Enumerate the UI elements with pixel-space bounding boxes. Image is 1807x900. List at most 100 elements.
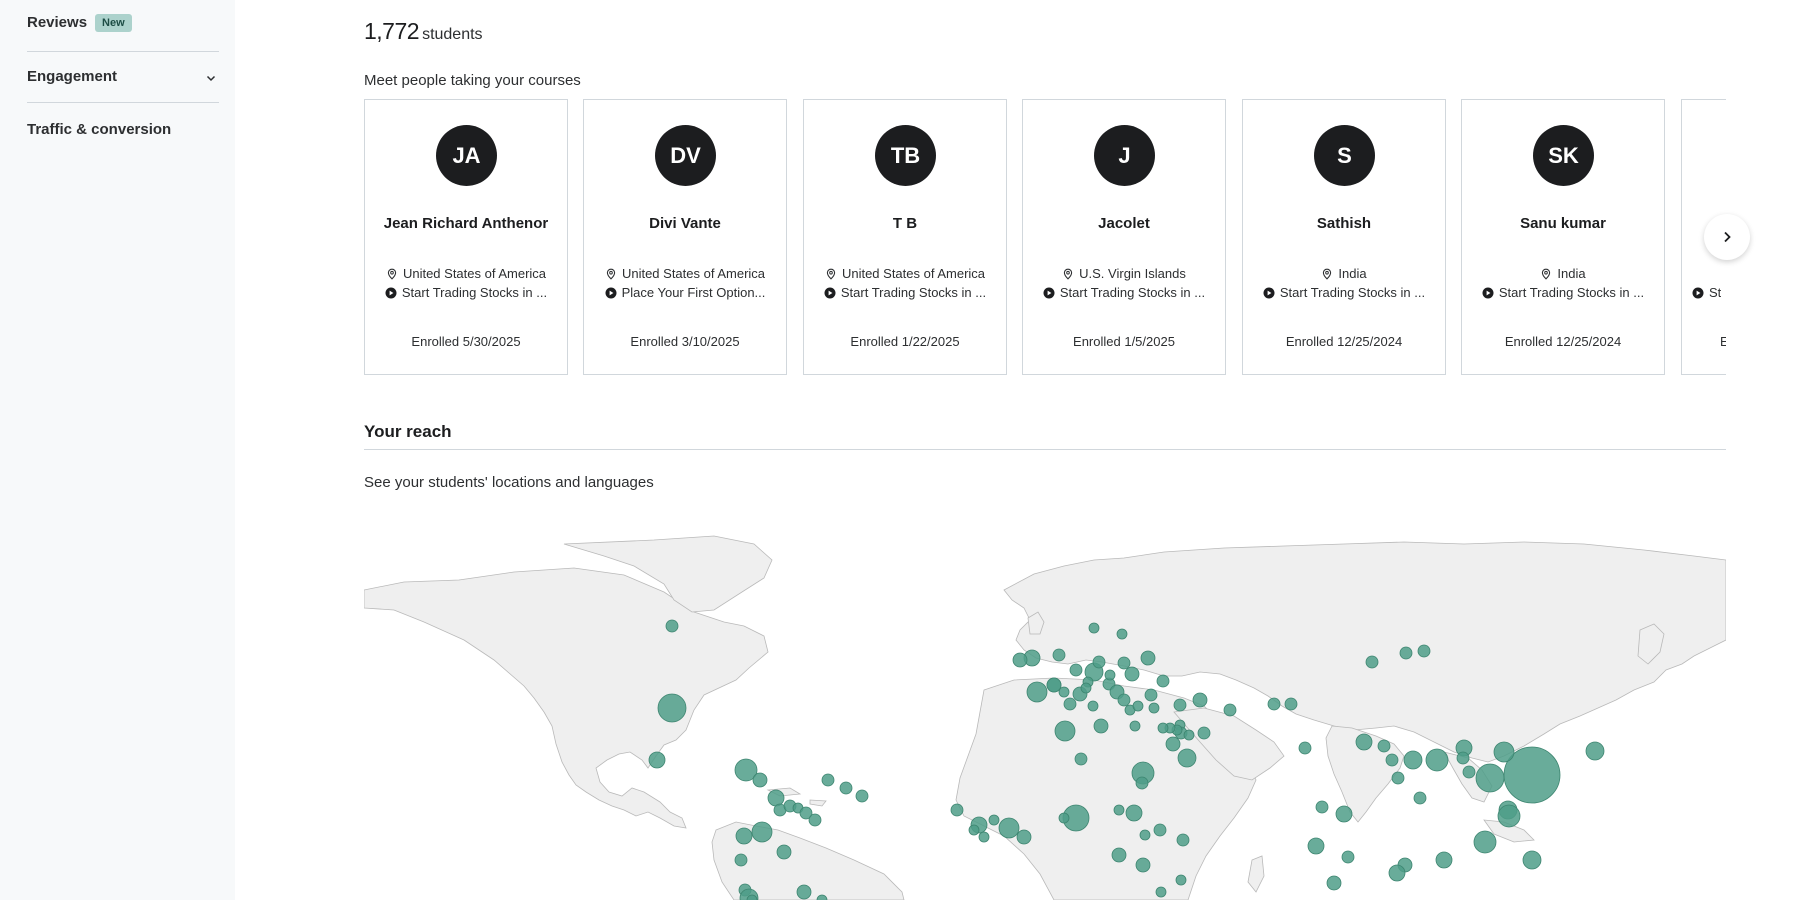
- location-bubble[interactable]: [1139, 829, 1151, 841]
- location-bubble[interactable]: [1341, 850, 1355, 864]
- location-bubble[interactable]: [1058, 812, 1070, 824]
- location-bubble[interactable]: [1385, 753, 1399, 767]
- location-bubble[interactable]: [1175, 874, 1187, 886]
- location-bubble[interactable]: [657, 693, 687, 723]
- location-bubble[interactable]: [1413, 791, 1427, 805]
- student-card[interactable]: TB T B United States of America Start Tradi…: [803, 99, 1007, 375]
- location-bubble[interactable]: [1016, 829, 1032, 845]
- location-bubble[interactable]: [1144, 688, 1158, 702]
- location-bubble[interactable]: [665, 619, 679, 633]
- location-bubble[interactable]: [1284, 697, 1298, 711]
- location-bubble[interactable]: [950, 803, 964, 817]
- location-bubble[interactable]: [1473, 830, 1497, 854]
- location-bubble[interactable]: [1087, 700, 1099, 712]
- location-bubble[interactable]: [1456, 751, 1470, 765]
- location-bubble[interactable]: [1298, 741, 1312, 755]
- location-bubble[interactable]: [1493, 741, 1515, 763]
- location-bubble[interactable]: [1267, 697, 1281, 711]
- location-bubble[interactable]: [978, 831, 990, 843]
- student-card[interactable]: DV Divi Vante United States of America Plac…: [583, 99, 787, 375]
- location-bubble[interactable]: [1197, 726, 1211, 740]
- sidebar-item-reviews[interactable]: Reviews New: [27, 14, 219, 32]
- location-bubble[interactable]: [1355, 733, 1373, 751]
- location-bubble[interactable]: [1435, 851, 1453, 869]
- location-bubble[interactable]: [1113, 804, 1125, 816]
- location-bubble[interactable]: [1326, 875, 1342, 891]
- location-bubble[interactable]: [808, 813, 822, 827]
- carousel-next-button[interactable]: [1704, 214, 1750, 260]
- location-bubble[interactable]: [1377, 739, 1391, 753]
- location-bubble[interactable]: [751, 821, 773, 843]
- location-bubble[interactable]: [767, 789, 785, 807]
- location-bubble[interactable]: [1012, 652, 1028, 668]
- location-bubble[interactable]: [1080, 682, 1092, 694]
- location-bubble[interactable]: [1388, 864, 1406, 882]
- sidebar-item-traffic[interactable]: Traffic & conversion: [27, 121, 219, 138]
- student-card[interactable]: SK Sanu kumar India Start Trading Stocks in…: [1461, 99, 1665, 375]
- location-bubble[interactable]: [1157, 722, 1169, 734]
- location-bubble[interactable]: [1425, 748, 1449, 772]
- location-bubble[interactable]: [1116, 628, 1128, 640]
- location-bubble[interactable]: [1307, 837, 1325, 855]
- location-bubble[interactable]: [1176, 833, 1190, 847]
- location-bubble[interactable]: [1148, 702, 1160, 714]
- location-bubble[interactable]: [1124, 666, 1140, 682]
- location-bubble[interactable]: [839, 781, 853, 795]
- location-bubble[interactable]: [1046, 677, 1062, 693]
- location-bubble[interactable]: [1129, 720, 1141, 732]
- location-bubble[interactable]: [1391, 771, 1405, 785]
- location-bubble[interactable]: [1399, 646, 1413, 660]
- location-bubble[interactable]: [1365, 655, 1379, 669]
- location-bubble[interactable]: [1153, 823, 1167, 837]
- location-bubble[interactable]: [1173, 698, 1187, 712]
- location-bubble[interactable]: [1522, 850, 1542, 870]
- location-bubble[interactable]: [1165, 736, 1181, 752]
- location-bubble[interactable]: [1585, 741, 1605, 761]
- location-bubble[interactable]: [1497, 804, 1521, 828]
- location-bubble[interactable]: [1058, 686, 1070, 698]
- location-bubble[interactable]: [1052, 648, 1066, 662]
- location-bubble[interactable]: [735, 827, 753, 845]
- location-bubble[interactable]: [1462, 765, 1476, 779]
- location-bubble[interactable]: [1088, 622, 1100, 634]
- student-card[interactable]: J Jacolet U.S. Virgin Islands Start Trading…: [1022, 99, 1226, 375]
- location-bubble[interactable]: [1054, 720, 1076, 742]
- location-bubble[interactable]: [1155, 886, 1167, 898]
- location-bubble[interactable]: [1117, 693, 1131, 707]
- location-bubble[interactable]: [648, 751, 666, 769]
- location-bubble[interactable]: [1192, 692, 1208, 708]
- location-bubble[interactable]: [1417, 644, 1431, 658]
- location-bubble[interactable]: [1177, 748, 1197, 768]
- location-bubble[interactable]: [1223, 703, 1237, 717]
- location-bubble[interactable]: [1063, 697, 1077, 711]
- location-bubble[interactable]: [1111, 847, 1127, 863]
- location-bubble[interactable]: [1135, 857, 1151, 873]
- location-bubble[interactable]: [776, 844, 792, 860]
- location-bubble[interactable]: [988, 814, 1000, 826]
- location-bubble[interactable]: [1125, 804, 1143, 822]
- location-bubble[interactable]: [1183, 729, 1195, 741]
- location-bubble[interactable]: [1403, 750, 1423, 770]
- location-bubble[interactable]: [855, 789, 869, 803]
- location-bubble[interactable]: [752, 772, 768, 788]
- student-card[interactable]: S Sathish India Start Trading Stocks in ...…: [1242, 99, 1446, 375]
- location-bubble[interactable]: [1335, 805, 1353, 823]
- location-bubble[interactable]: [1315, 800, 1329, 814]
- location-bubble[interactable]: [1156, 674, 1170, 688]
- location-bubble[interactable]: [1092, 655, 1106, 669]
- location-bubble[interactable]: [1117, 656, 1131, 670]
- location-bubble[interactable]: [1135, 776, 1149, 790]
- location-bubble[interactable]: [1475, 763, 1505, 793]
- location-bubble[interactable]: [1132, 700, 1144, 712]
- location-bubble[interactable]: [1026, 681, 1048, 703]
- sidebar-item-engagement[interactable]: Engagement: [27, 68, 219, 85]
- location-bubble[interactable]: [1104, 669, 1116, 681]
- location-bubble[interactable]: [1074, 752, 1088, 766]
- location-bubble[interactable]: [1069, 663, 1083, 677]
- location-bubble[interactable]: [1140, 650, 1156, 666]
- location-bubble[interactable]: [968, 824, 980, 836]
- student-card[interactable]: JA Jean Richard Anthenor United States of …: [364, 99, 568, 375]
- location-bubble[interactable]: [1093, 718, 1109, 734]
- location-bubble[interactable]: [796, 884, 812, 900]
- location-bubble[interactable]: [998, 817, 1020, 839]
